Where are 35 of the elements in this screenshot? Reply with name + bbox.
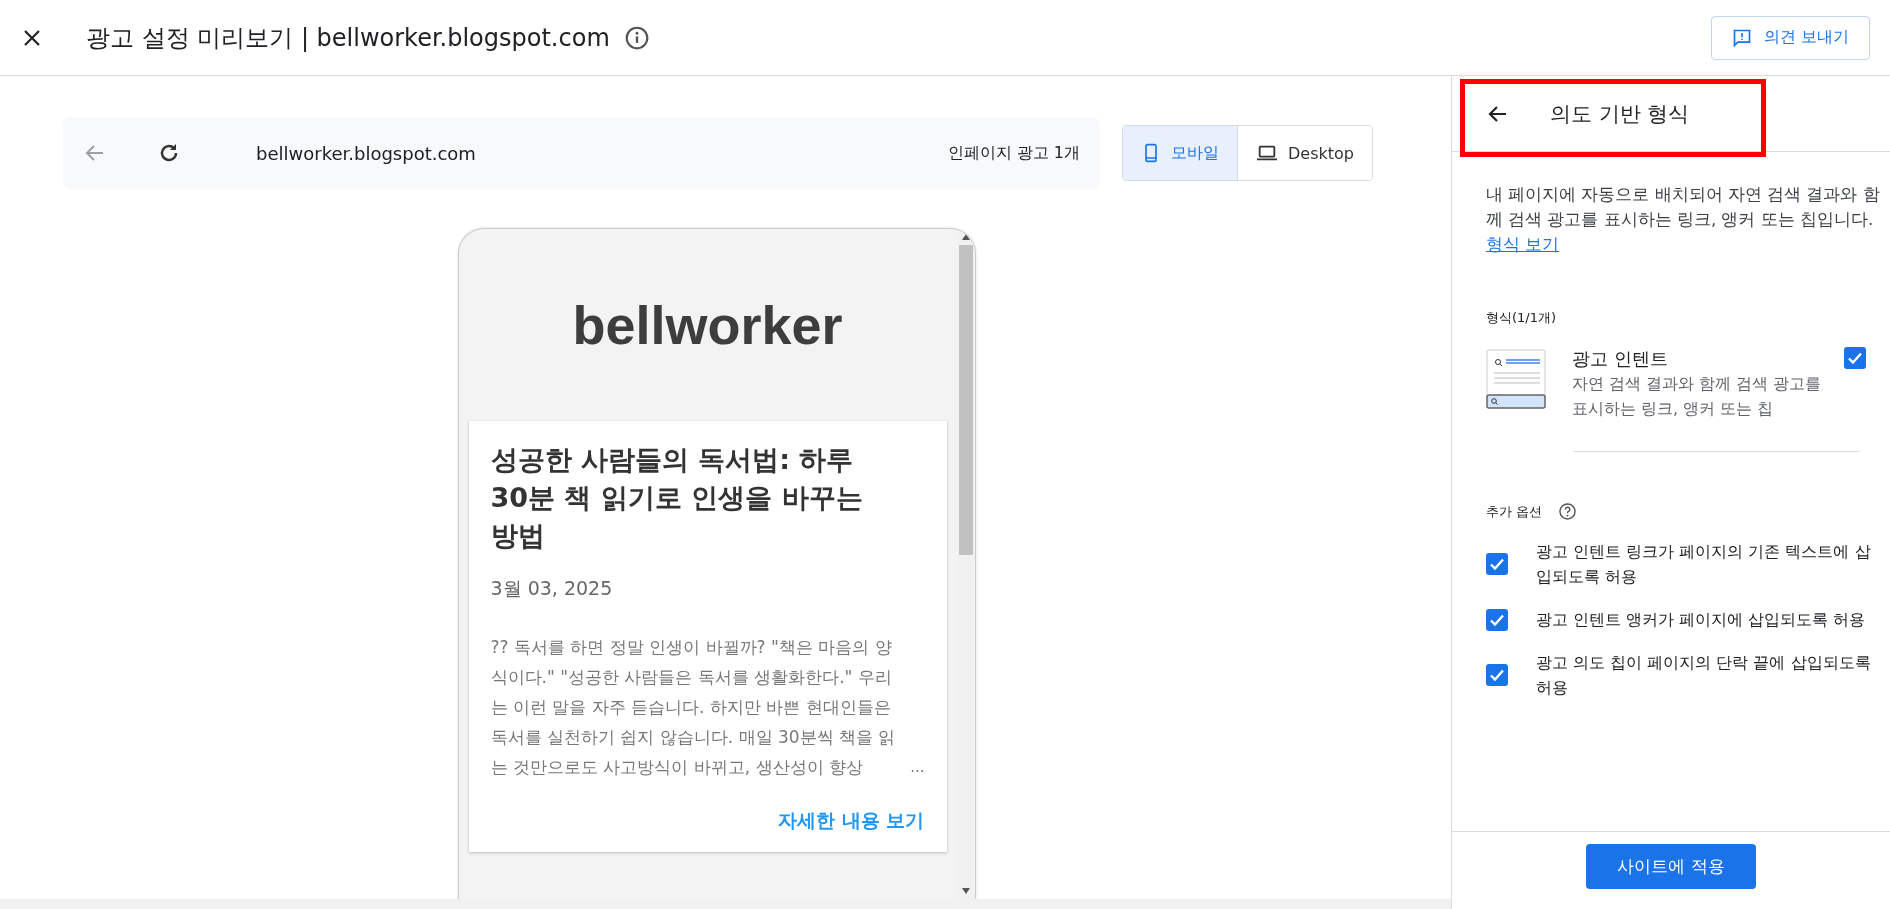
close-icon[interactable] xyxy=(22,27,42,48)
device-toggle[interactable]: Desktop xyxy=(1237,126,1372,180)
checkbox[interactable] xyxy=(1486,553,1508,575)
format-description: 자연 검색 결과와 함께 검색 광고를 표시하는 링크, 앵커 또는 칩 xyxy=(1572,373,1822,420)
section-heading: 추가 옵션 xyxy=(1486,502,1543,521)
apply-button[interactable]: 사이트에 적용 xyxy=(1586,844,1756,889)
info-icon[interactable] xyxy=(623,24,650,51)
option-label: 광고 인텐트 앵커가 페이지에 삽입되도록 허용 xyxy=(1536,609,1867,631)
ad-count: 인페이지 광고 1개 xyxy=(947,142,1080,164)
panel-title: 의도 기반 형식 xyxy=(1550,100,1690,128)
checkbox[interactable] xyxy=(1486,664,1508,686)
view-formats-link[interactable]: 형식 보기 xyxy=(1486,235,1560,254)
feedback-icon xyxy=(1731,27,1752,48)
page-title: 광고 설정 미리보기 | bellworker.blogspot.com xyxy=(86,22,610,54)
post-excerpt: ?? 독서를 하면 정말 인생이 바뀔까? "책은 마음의 양식이다." "성공한 사람들은 독서를 생활화한다." 우리는 이런 말을 자주 듣습니다. 하지만 바쁜 현대인들은 독서를 실천하기 쉽지 않습니다. 매일 30분씩 책을 읽는 것만으로도 사고방식이 바뀌고, 생산성이 향상 xyxy=(490,636,897,780)
blog-title: bellworker xyxy=(572,294,843,356)
ellipsis: ... xyxy=(910,757,925,779)
checkbox[interactable] xyxy=(1486,608,1508,631)
option-label: 광고 의도 칩이 페이지의 단락 끝에 삽입되도록 허용 xyxy=(1536,652,1872,699)
panel-description: 내 페이지에 자동으로 배치되어 자연 검색 결과와 함께 검색 광고를 표시하는 링크, 앵커 또는 칩입니다. 형식 보기 xyxy=(1486,184,1881,256)
checkbox[interactable] xyxy=(1844,347,1866,369)
read-more-link[interactable]: 자세한 내용 보기 xyxy=(778,809,925,832)
post-date: 3월 03, 2025 xyxy=(490,576,614,602)
help-icon[interactable] xyxy=(1558,502,1578,521)
search-ad-preview-icon xyxy=(1486,349,1546,411)
scrollbar[interactable] xyxy=(0,899,1451,909)
url-text: bellworker.blogspot.com xyxy=(256,142,476,164)
post-title: 성공한 사람들의 독서법: 하루 30분 책 읽기로 인생을 바꾸는 방법 xyxy=(490,443,864,553)
option-label: 광고 인텐트 링크가 페이지의 기존 텍스트에 삽입되도록 허용 xyxy=(1536,541,1872,588)
scroll-up-icon[interactable] xyxy=(960,233,971,241)
format-name: 광고 인텐트 xyxy=(1572,347,1669,371)
section-heading: 형식(1/1개) xyxy=(1486,309,1558,327)
scroll-down-icon[interactable] xyxy=(960,887,971,895)
feedback-button[interactable]: 의견 보내기 xyxy=(1710,15,1870,60)
device-toggle[interactable]: 모바일 xyxy=(1123,126,1237,180)
